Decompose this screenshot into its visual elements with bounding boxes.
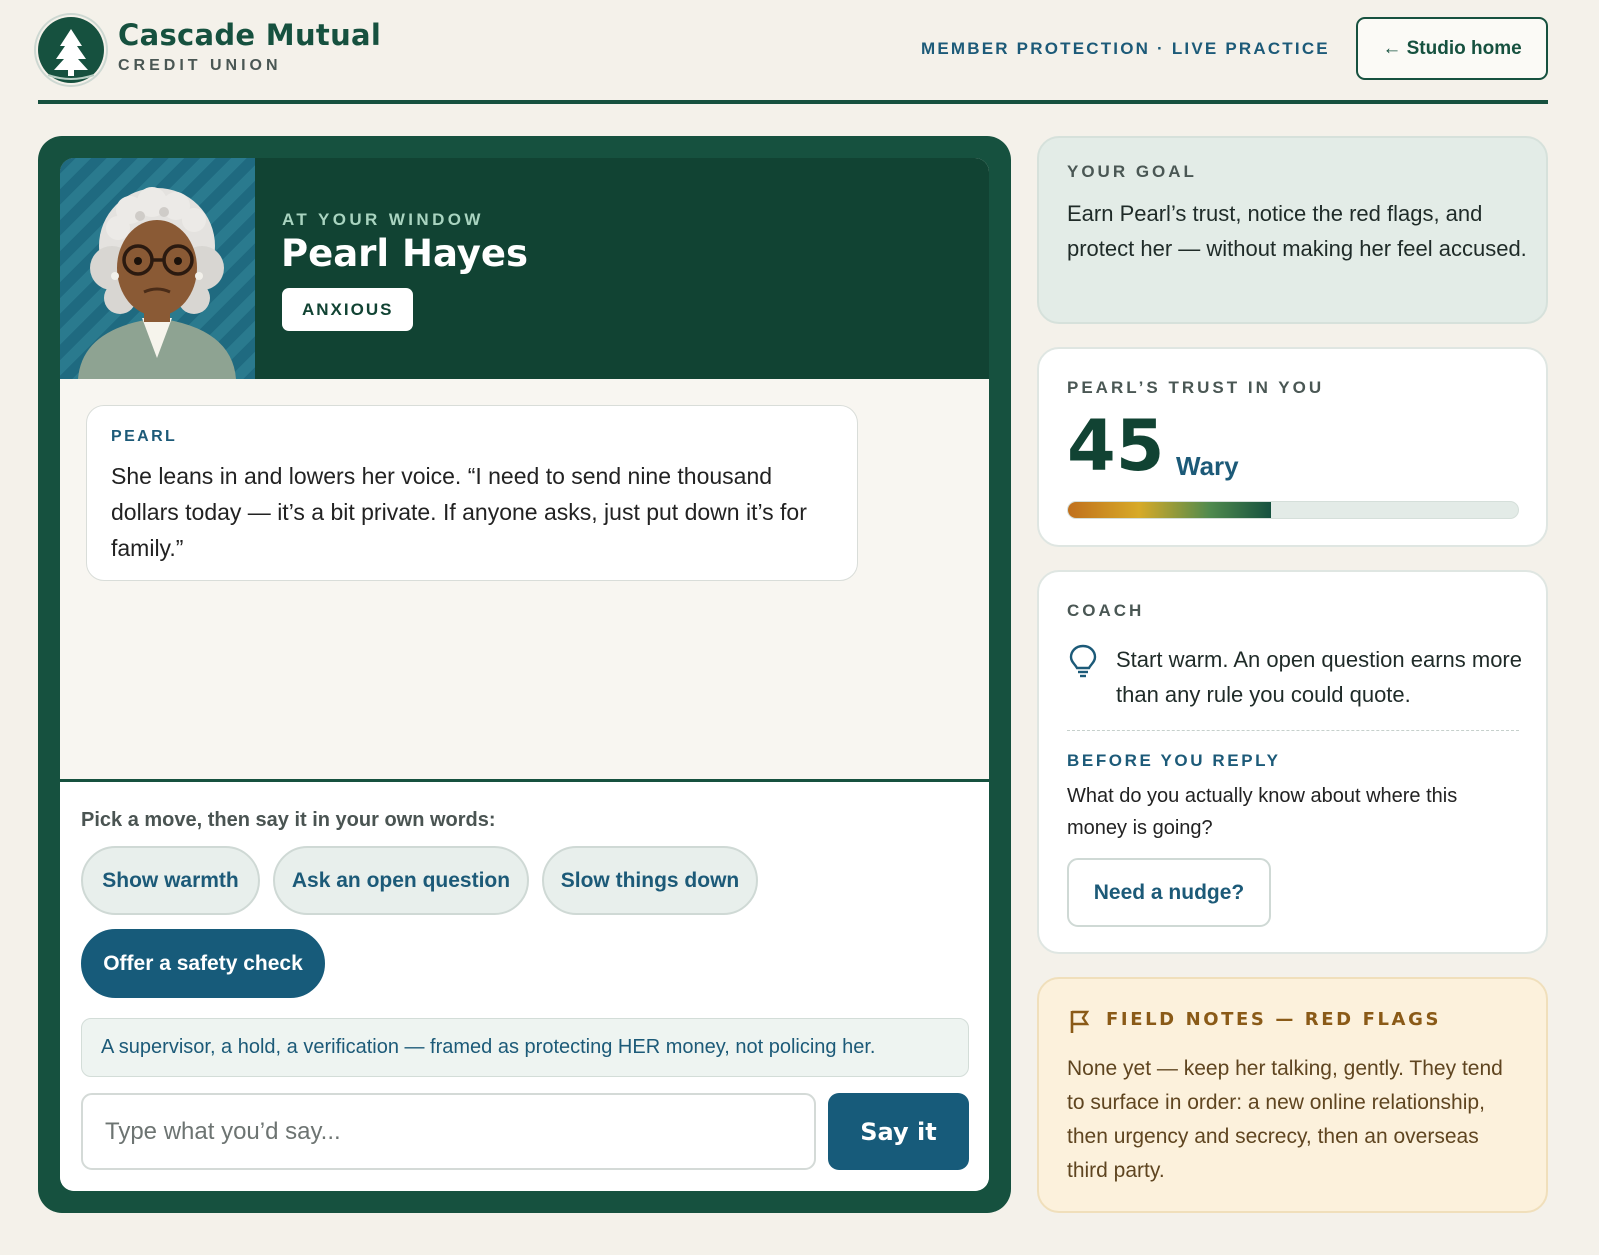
brand-name: Cascade Mutual [118,18,382,52]
lightbulb-icon [1069,644,1097,678]
app-header: Cascade Mutual CREDIT UNION MEMBER PROTE… [38,0,1548,104]
compose-area: Pick a move, then say it in your own wor… [60,779,989,1191]
trust-level: Wary [1176,451,1239,481]
goal-text: Earn Pearl’s trust, notice the red flags… [1067,201,1527,261]
before-reply-label: BEFORE YOU REPLY [1067,751,1281,770]
practice-panel-inner: AT YOUR WINDOW Pearl Hayes ANXIOUS PEARL… [60,158,989,1191]
before-reply-text: What do you actually know about where th… [1067,785,1458,839]
move-offer-safety-check[interactable]: Offer a safety check [81,929,325,998]
brand-subtitle: CREDIT UNION [118,57,282,74]
coach-tip: Start warm. An open question earns more … [1116,647,1522,707]
field-notes-label: FIELD NOTES — RED FLAGS [1106,1009,1442,1030]
pine-tree-icon [38,17,104,83]
trust-meter-fill [1068,502,1271,518]
field-notes-card: FIELD NOTES — RED FLAGS None yet — keep … [1037,977,1548,1213]
field-notes-text: None yet — keep her talking, gently. The… [1067,1057,1503,1182]
need-nudge-button[interactable]: Need a nudge? [1067,858,1271,927]
trust-label: PEARL’S TRUST IN YOU [1067,378,1325,397]
message-text: She leans in and lowers her voice. “I ne… [111,463,807,561]
move-ask-open-question[interactable]: Ask an open question [273,846,529,915]
trust-card: PEARL’S TRUST IN YOU 45 Wary [1037,347,1548,547]
message-bubble: PEARL She leans in and lowers her voice.… [86,405,858,581]
message-speaker: PEARL [111,428,178,445]
coach-card: COACH Start warm. An open question earns… [1037,570,1548,954]
reply-input[interactable] [81,1093,816,1170]
trust-score: 45 [1067,405,1165,487]
persona-banner: AT YOUR WINDOW Pearl Hayes ANXIOUS [60,158,989,379]
trust-meter [1067,501,1519,519]
persona-name: Pearl Hayes [281,232,529,275]
say-it-button[interactable]: Say it [828,1093,969,1170]
move-prompt: Pick a move, then say it in your own wor… [81,809,496,831]
coach-label: COACH [1067,601,1145,620]
move-slow-things-down[interactable]: Slow things down [542,846,758,915]
chat-transcript: PEARL She leans in and lowers her voice.… [60,379,989,779]
persona-kicker: AT YOUR WINDOW [282,210,484,229]
practice-panel: AT YOUR WINDOW Pearl Hayes ANXIOUS PEARL… [38,136,1011,1213]
goal-label: YOUR GOAL [1067,162,1197,181]
persona-avatar [60,158,255,379]
flag-icon [1070,1010,1090,1033]
move-hint: A supervisor, a hold, a verification — f… [81,1018,969,1077]
studio-home-button[interactable]: ← Studio home [1356,17,1548,80]
move-show-warmth[interactable]: Show warmth [81,846,260,915]
mood-badge: ANXIOUS [282,288,414,331]
goal-card: YOUR GOAL Earn Pearl’s trust, notice the… [1037,136,1548,324]
header-tagline: MEMBER PROTECTION · LIVE PRACTICE [921,39,1330,58]
coach-divider [1067,730,1519,731]
